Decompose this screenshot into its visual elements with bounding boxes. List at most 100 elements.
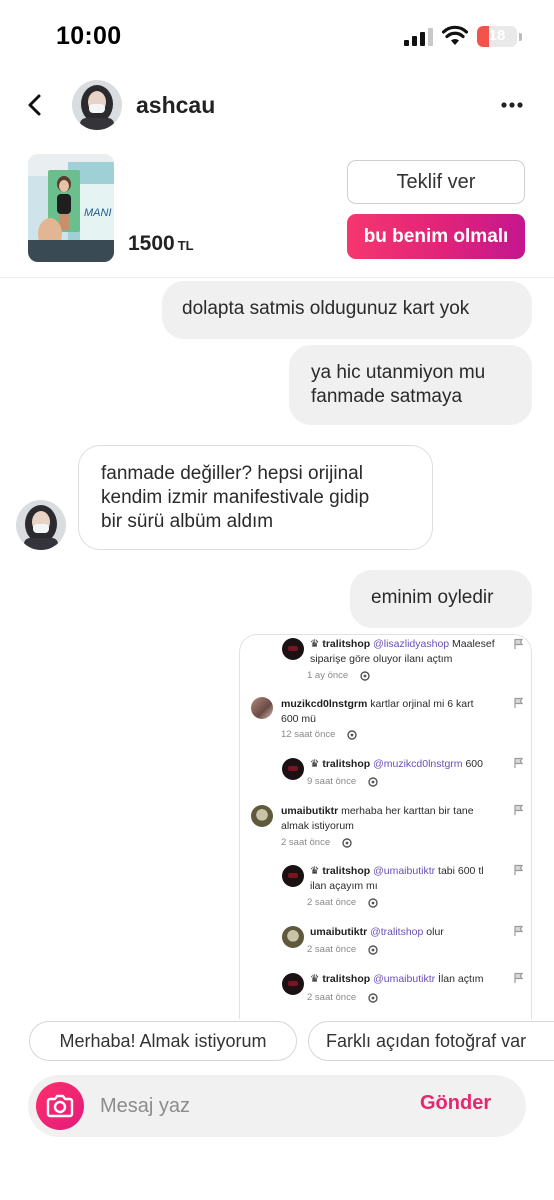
comment-line: İlan açtım [438,973,484,985]
commenter-avatar [282,926,304,948]
comment-time: 12 saat önce [281,729,336,740]
product-price: 1500 TL [128,232,194,256]
message-line: bir sürü albüm aldım [101,511,274,532]
more-icon[interactable] [498,92,526,118]
battery-icon: 18 [477,26,517,47]
comment-mention: @tralitshop [370,926,424,938]
make-offer-button[interactable]: Teklif ver [347,160,525,204]
signal-icon [404,28,433,46]
camera-button[interactable] [36,1082,84,1130]
message-list: dolapta satmis oldugunuz kart yok ya hic… [0,279,554,1019]
flag-icon[interactable] [513,864,524,876]
commenter-avatar [282,865,304,887]
message-line: fanmade değiller? hepsi orijinal [101,463,363,484]
buy-button[interactable]: bu benim olmalı [347,214,525,259]
comment-user: umaibutiktr [281,805,339,817]
outgoing-message: eminim oyledir [350,570,532,628]
back-icon[interactable] [22,90,50,120]
flag-icon[interactable] [513,697,524,709]
battery-cap [519,33,522,41]
message-composer: Gönder [28,1075,526,1137]
shared-screenshot-image[interactable]: ♛ tralitshop @lisazlidyashop Maalesef sip… [239,634,532,1019]
flag-icon[interactable] [513,925,524,937]
comment-user: ♛ tralitshop [310,638,371,650]
commenter-avatar [282,758,304,780]
comment-user: ♛ tralitshop [310,865,371,877]
sender-photo [16,500,66,550]
flag-icon[interactable] [513,638,524,650]
comment-line: siparişe göre oluyor ilanı açtım [310,653,453,665]
commenter-avatar [282,638,304,660]
reply-icon[interactable] [340,836,354,850]
comment-text: ♛ tralitshop @lisazlidyashop Maalesef sip… [310,637,510,667]
comment-time: 2 saat önce [281,837,331,848]
avatar[interactable] [72,80,122,130]
comment-line: kartlar orjinal mi 6 kart [370,698,474,710]
price-currency: TL [177,238,194,253]
comment-text: ♛ tralitshop @umaibutiktr tabi 600 tl ila… [310,864,515,894]
comment-mention: @muzikcd0lnstgrm [373,758,463,770]
comment-time: 9 saat önce [307,776,357,787]
comment-mention: @umaibutiktr [373,865,436,877]
reply-icon[interactable] [358,669,372,683]
message-line: dolapta satmis oldugunuz kart yok [182,298,470,319]
comment-line: merhaba her karttan bir tane [341,805,474,817]
comment-user: muzikcd0lnstgrm [281,698,368,710]
reply-icon[interactable] [366,991,380,1005]
battery-level: 18 [488,27,506,44]
comment-time: 2 saat önce [307,992,357,1003]
comment-line: 600 mü [281,713,317,725]
send-button[interactable]: Gönder [420,1092,491,1115]
username[interactable]: ashcau [136,92,215,119]
outgoing-message: dolapta satmis oldugunuz kart yok [162,281,532,339]
flag-icon[interactable] [513,757,524,769]
price-amount: 1500 [128,232,175,255]
status-time: 10:00 [56,22,122,50]
incoming-message: fanmade değiller? hepsi orijinal kendim … [78,445,433,550]
comment-text: umaibutiktr @tralitshop olur [310,925,515,940]
message-line: kendim izmir manifestivale gidip [101,487,370,508]
message-line: eminim oyledir [371,587,494,608]
comment-line: 600 [465,758,483,770]
status-bar: 10:00 18 [0,0,554,74]
message-input[interactable] [100,1091,400,1121]
comment-line: olur [426,926,444,938]
comment-line: almak istiyorum [281,820,354,832]
commenter-avatar [282,973,304,995]
product-photo: MANI [28,154,114,262]
comment-line: tabi 600 tl [438,865,484,877]
camera-icon [46,1094,74,1118]
comment-mention: @lisazlidyashop [373,638,450,650]
reply-icon[interactable] [366,943,380,957]
outgoing-message: ya hic utanmiyon mu fanmade satmaya [289,345,532,425]
reply-icon[interactable] [366,896,380,910]
comment-time: 2 saat önce [307,897,357,908]
svg-text:MANI: MANI [84,207,112,219]
reply-icon[interactable] [366,775,380,789]
comment-user: umaibutiktr [310,926,368,938]
product-bar: MANI 1500 TL Teklif ver bu benim olmalı [0,150,554,278]
commenter-avatar [251,697,273,719]
quick-reply-photo[interactable]: Farklı açıdan fotoğraf var [308,1021,554,1061]
chat-header: ashcau [0,74,554,138]
reply-icon[interactable] [345,728,359,742]
commenter-avatar [251,805,273,827]
comment-time: 2 saat önce [307,944,357,955]
comment-time: 1 ay önce [307,670,349,681]
comment-user: ♛ tralitshop [310,973,371,985]
comment-user: ♛ tralitshop [310,758,371,770]
flag-icon[interactable] [513,972,524,984]
comment-text: ♛ tralitshop @umaibutiktr İlan açtım [310,972,515,987]
flag-icon[interactable] [513,804,524,816]
comment-mention: @umaibutiktr [373,973,436,985]
avatar-photo [72,80,122,130]
quick-reply-buy[interactable]: Merhaba! Almak istiyorum [29,1021,297,1061]
comment-text: ♛ tralitshop @muzikcd0lnstgrm 600 [310,757,515,772]
sender-avatar[interactable] [16,500,66,550]
comment-text: muzikcd0lnstgrm kartlar orjinal mi 6 kar… [281,697,511,727]
message-line: ya hic utanmiyon mu [311,362,486,383]
wifi-icon [442,25,468,45]
comment-text: umaibutiktr merhaba her karttan bir tane… [281,804,511,834]
product-thumbnail[interactable]: MANI [28,154,114,262]
comment-line: ilan açayım mı [310,880,378,892]
